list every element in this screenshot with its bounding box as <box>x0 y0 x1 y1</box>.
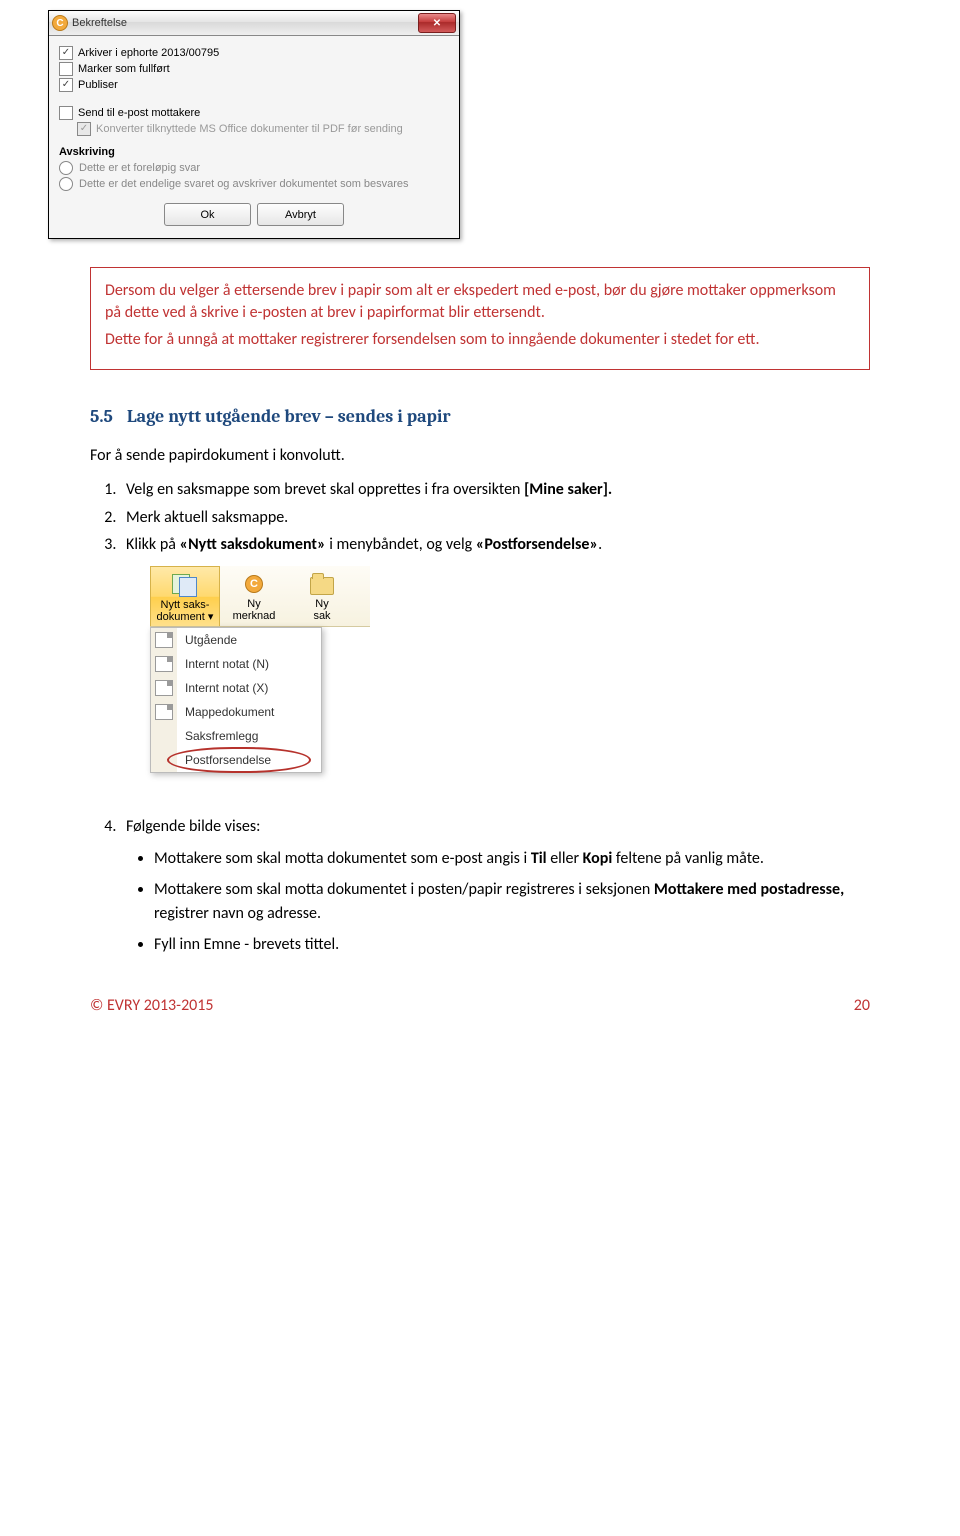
dropdown-mappedokument[interactable]: Mappedokument <box>151 700 321 724</box>
bullet-2: Mottakere som skal motta dokumentet i po… <box>154 878 870 924</box>
bullet-3: Fyll inn Emne - brevets tittel. <box>154 933 870 956</box>
checkbox-sendepost-row[interactable]: Send til e-post mottakere <box>59 106 449 120</box>
dialog-title: Bekreftelse <box>72 17 127 29</box>
radio-icon <box>59 177 73 191</box>
dropdown-menu: Utgående Internt notat (N) Internt notat… <box>150 627 322 773</box>
close-icon: ✕ <box>433 18 441 29</box>
steps-list: Velg en saksmappe som brevet skal oppret… <box>120 477 870 558</box>
radio-label: Dette er det endelige svaret og avskrive… <box>79 178 409 190</box>
dropdown-postforsendelse[interactable]: Postforsendelse <box>151 748 321 772</box>
heading-number: 5.5 <box>90 406 113 427</box>
dropdown-internt-n[interactable]: Internt notat (N) <box>151 652 321 676</box>
step-1: Velg en saksmappe som brevet skal oppret… <box>120 477 870 503</box>
checkbox-archive-row[interactable]: Arkiver i ephorte 2013/00795 <box>59 46 449 60</box>
footer-copyright: © EVRY 2013-2015 <box>90 996 214 1015</box>
page-footer: © EVRY 2013-2015 20 <box>90 996 870 1015</box>
checkbox-icon <box>59 62 73 76</box>
bullet-1: Mottakere som skal motta dokumentet som … <box>154 847 870 870</box>
intro-text: For å sende papirdokument i konvolutt. <box>90 445 870 467</box>
close-button[interactable]: ✕ <box>418 13 456 33</box>
step-2: Merk aktuell saksmappe. <box>120 505 870 531</box>
radio-forelopig-row[interactable]: Dette er et foreløpig svar <box>59 161 449 175</box>
dropdown-utgaende[interactable]: Utgående <box>151 628 321 652</box>
app-icon: C <box>52 15 68 31</box>
heading-title: Lage nytt utgående brev – sendes i papir <box>127 406 451 427</box>
checkbox-label: Arkiver i ephorte 2013/00795 <box>78 47 219 59</box>
page-icon <box>155 632 173 648</box>
section-heading-55: 5.5 Lage nytt utgående brev – sendes i pa… <box>90 406 870 427</box>
ribbon-nytt-saksdokument[interactable]: Nytt saks-dokument ▾ <box>150 566 220 626</box>
radio-icon <box>59 161 73 175</box>
radio-endelig-row[interactable]: Dette er det endelige svaret og avskrive… <box>59 177 449 191</box>
chevron-down-icon: ▾ <box>208 611 214 623</box>
page-icon <box>155 704 173 720</box>
footer-page-number: 20 <box>854 996 870 1015</box>
checkbox-icon <box>77 122 91 136</box>
checkbox-label: Marker som fullført <box>78 63 170 75</box>
checkbox-publiser-row[interactable]: Publiser <box>59 78 449 92</box>
step-4-list: Følgende bilde vises: Mottakere som skal… <box>120 815 870 956</box>
checkbox-label: Konverter tilknyttede MS Office dokument… <box>96 123 403 135</box>
checkbox-icon <box>59 106 73 120</box>
ok-button[interactable]: Ok <box>164 203 251 226</box>
checkbox-fullfort-row[interactable]: Marker som fullført <box>59 62 449 76</box>
checkbox-icon <box>59 46 73 60</box>
warning-text-1: Dersom du velger å ettersende brev i pap… <box>105 280 855 323</box>
note-icon: C <box>245 575 263 593</box>
page-icon <box>155 656 173 672</box>
bekreftelse-dialog: C Bekreftelse ✕ Arkiver i ephorte 2013/0… <box>48 10 460 239</box>
checkbox-icon <box>59 78 73 92</box>
dropdown-saksfremlegg[interactable]: Saksfremlegg <box>151 724 321 748</box>
radio-label: Dette er et foreløpig svar <box>79 162 200 174</box>
checkbox-label: Send til e-post mottakere <box>78 107 200 119</box>
avbryt-button[interactable]: Avbryt <box>257 203 344 226</box>
menu-screenshot: Nytt saks-dokument ▾ C Nymerknad Nysak U… <box>150 566 370 773</box>
checkbox-label: Publiser <box>78 79 118 91</box>
folder-icon <box>310 577 334 595</box>
page-icon <box>155 680 173 696</box>
ribbon-ny-merknad[interactable]: C Nymerknad <box>220 566 288 626</box>
step-4: Følgende bilde vises: Mottakere som skal… <box>120 815 870 956</box>
warning-box: Dersom du velger å ettersende brev i pap… <box>90 267 870 370</box>
avskriving-section-label: Avskriving <box>59 146 449 158</box>
ribbon: Nytt saks-dokument ▾ C Nymerknad Nysak <box>150 566 370 627</box>
documents-icon <box>172 574 198 596</box>
dropdown-internt-x[interactable]: Internt notat (X) <box>151 676 321 700</box>
ribbon-ny-sak[interactable]: Nysak <box>288 566 356 626</box>
step-3: Klikk på «Nytt saksdokument» i menybånde… <box>120 532 870 558</box>
warning-text-2: Dette for å unngå at mottaker registrere… <box>105 329 855 351</box>
dialog-titlebar: C Bekreftelse ✕ <box>49 11 459 36</box>
checkbox-konverter-row: Konverter tilknyttede MS Office dokument… <box>77 122 449 136</box>
